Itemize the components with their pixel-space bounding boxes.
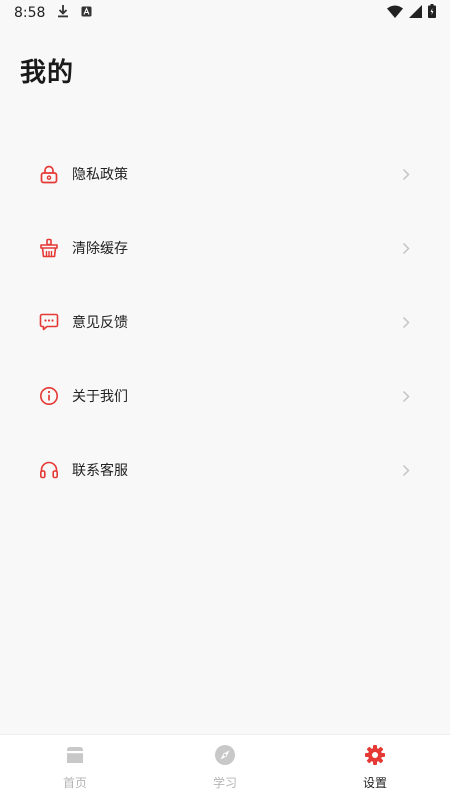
menu-item-label: 意见反馈 (72, 315, 128, 331)
chat-icon (38, 311, 60, 333)
lock-icon (38, 163, 60, 185)
menu-item-label: 隐私政策 (72, 167, 128, 183)
gear-icon (364, 744, 386, 770)
chevron-right-icon (400, 315, 412, 329)
signal-icon (409, 4, 422, 22)
tab-home[interactable]: 首页 (0, 735, 150, 800)
headset-icon (38, 459, 60, 481)
chevron-right-icon (400, 167, 412, 181)
page-title: 我的 (20, 58, 75, 88)
font-icon (81, 5, 92, 21)
download-icon (57, 4, 69, 22)
chevron-right-icon (400, 241, 412, 255)
bottom-tab-bar: 首页 学习 设置 (0, 734, 450, 800)
home-icon (64, 744, 86, 770)
menu-item-about-us[interactable]: 关于我们 (0, 359, 450, 433)
compass-icon (214, 744, 236, 770)
menu-item-customer-service[interactable]: 联系客服 (0, 433, 450, 507)
menu-list: 隐私政策 清除缓存 意见反馈 关于我们 联系客服 (0, 137, 450, 507)
tab-label: 首页 (62, 776, 87, 790)
menu-item-privacy-policy[interactable]: 隐私政策 (0, 137, 450, 211)
chevron-right-icon (400, 389, 412, 403)
status-bar: 8:58 (0, 0, 450, 26)
tab-settings[interactable]: 设置 (300, 735, 450, 800)
menu-item-label: 清除缓存 (72, 241, 128, 257)
basket-icon (38, 237, 60, 259)
chevron-right-icon (400, 463, 412, 477)
menu-item-clear-cache[interactable]: 清除缓存 (0, 211, 450, 285)
battery-icon (428, 4, 436, 22)
info-icon (38, 385, 60, 407)
menu-item-feedback[interactable]: 意见反馈 (0, 285, 450, 359)
tab-label: 设置 (362, 776, 387, 790)
tab-label: 学习 (212, 776, 237, 790)
wifi-icon (387, 5, 403, 22)
status-time: 8:58 (14, 5, 46, 21)
menu-item-label: 联系客服 (72, 463, 128, 479)
menu-item-label: 关于我们 (72, 389, 128, 405)
tab-study[interactable]: 学习 (150, 735, 300, 800)
